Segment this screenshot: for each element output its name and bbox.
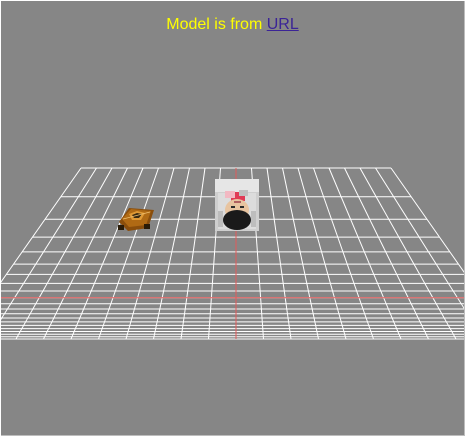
person-photo (218, 190, 256, 230)
3d-scene (1, 167, 464, 340)
car-model (118, 208, 154, 231)
3d-viewport[interactable]: Model is from URL (1, 1, 465, 436)
photo-cube (215, 179, 259, 231)
